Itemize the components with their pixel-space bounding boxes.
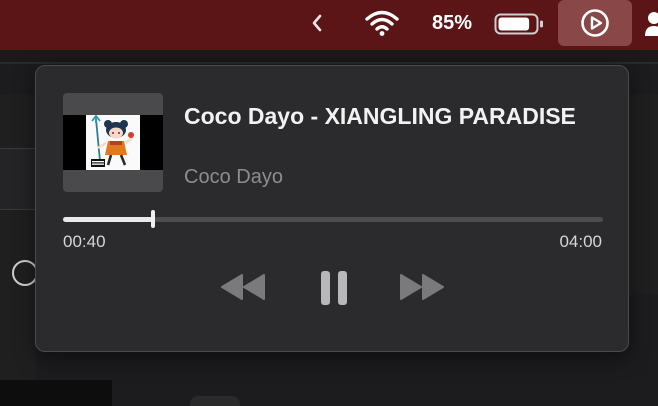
background-panel	[628, 95, 658, 295]
now-playing-popover: Coco Dayo - XIANGLING PARADISE Coco Dayo…	[35, 65, 629, 352]
menu-bar: 85%	[0, 0, 658, 50]
pause-button[interactable]	[316, 268, 352, 308]
current-time: 00:40	[63, 232, 106, 251]
divider	[0, 62, 658, 64]
pause-icon	[321, 271, 347, 305]
progress-knob[interactable]	[151, 210, 156, 228]
background-panel	[0, 380, 112, 406]
background-panel	[190, 396, 240, 406]
progress-fill	[63, 217, 154, 222]
wifi-icon[interactable]	[362, 8, 402, 38]
rewind-icon	[221, 274, 265, 300]
fast-forward-icon	[400, 274, 444, 300]
album-art-illustration	[91, 115, 134, 167]
play-circle-icon	[581, 9, 609, 37]
duration: 04:00	[559, 232, 602, 251]
chevron-left-icon[interactable]	[306, 10, 328, 36]
battery-icon[interactable]	[494, 12, 546, 36]
track-title: Coco Dayo - XIANGLING PARADISE	[184, 103, 576, 129]
fast-forward-button[interactable]	[398, 268, 446, 306]
track-artist: Coco Dayo	[184, 166, 283, 188]
background-panel	[0, 95, 36, 385]
rewind-button[interactable]	[219, 268, 267, 306]
user-icon[interactable]	[642, 8, 658, 40]
now-playing-menu-button[interactable]	[558, 0, 632, 46]
progress-slider[interactable]	[63, 210, 603, 228]
background-panel-row	[0, 148, 36, 210]
battery-percentage: 85%	[432, 11, 473, 34]
album-art[interactable]	[63, 93, 163, 192]
